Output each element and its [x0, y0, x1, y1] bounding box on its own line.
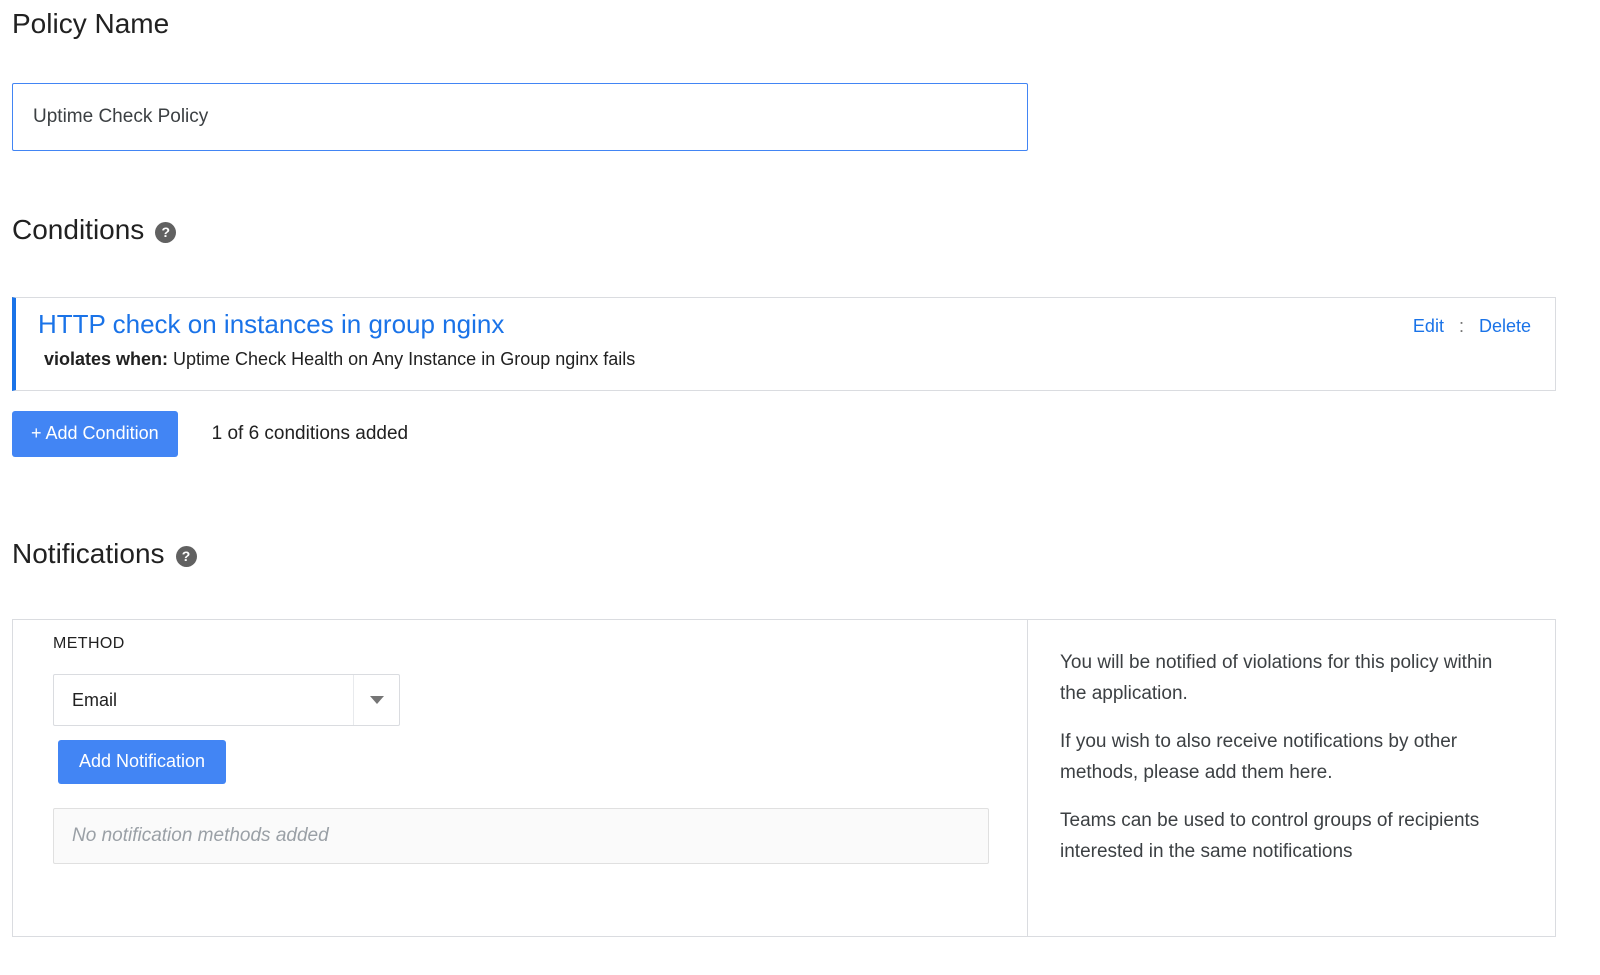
notifications-help-icon[interactable]: ?	[176, 546, 197, 567]
dropdown-arrow-icon	[353, 675, 399, 725]
no-notifications-placeholder: No notification methods added	[53, 808, 989, 864]
add-condition-row: + Add Condition 1 of 6 conditions added	[12, 411, 408, 457]
conditions-count-text: 1 of 6 conditions added	[212, 423, 409, 445]
policy-name-label: Policy Name	[12, 8, 169, 40]
condition-title-link[interactable]: HTTP check on instances in group nginx	[38, 309, 504, 340]
add-notification-button[interactable]: Add Notification	[58, 740, 226, 784]
delete-condition-link[interactable]: Delete	[1479, 316, 1531, 337]
conditions-heading-label: Conditions	[12, 214, 144, 246]
info-paragraph-2: If you wish to also receive notification…	[1060, 726, 1509, 788]
notification-method-value: Email	[72, 690, 117, 711]
info-paragraph-1: You will be notified of violations for t…	[1060, 647, 1509, 709]
condition-actions: Edit : Delete	[1413, 309, 1531, 337]
violates-when-text: Uptime Check Health on Any Instance in G…	[173, 349, 635, 369]
notification-info-pane: You will be notified of violations for t…	[1028, 620, 1555, 936]
notifications-panel: METHOD Email Add Notification No notific…	[12, 619, 1556, 937]
action-separator: :	[1459, 316, 1464, 337]
violates-when-label: violates when:	[44, 349, 168, 369]
edit-condition-link[interactable]: Edit	[1413, 316, 1444, 337]
notifications-heading-label: Notifications	[12, 538, 165, 570]
condition-description: violates when:Uptime Check Health on Any…	[38, 349, 1531, 370]
conditions-section-heading: Conditions ?	[12, 214, 176, 246]
condition-card-header: HTTP check on instances in group nginx E…	[38, 309, 1531, 340]
policy-name-input[interactable]	[12, 83, 1028, 151]
method-column-header: METHOD	[53, 635, 1027, 653]
notifications-section-heading: Notifications ?	[12, 538, 197, 570]
notification-method-pane: METHOD Email Add Notification No notific…	[13, 620, 1028, 936]
conditions-help-icon[interactable]: ?	[155, 222, 176, 243]
notification-method-select[interactable]: Email	[53, 674, 400, 726]
add-condition-button[interactable]: + Add Condition	[12, 411, 178, 457]
condition-card: HTTP check on instances in group nginx E…	[12, 297, 1556, 391]
info-paragraph-3: Teams can be used to control groups of r…	[1060, 805, 1509, 867]
alert-policy-page: Policy Name Conditions ? HTTP check on i…	[0, 0, 1600, 975]
